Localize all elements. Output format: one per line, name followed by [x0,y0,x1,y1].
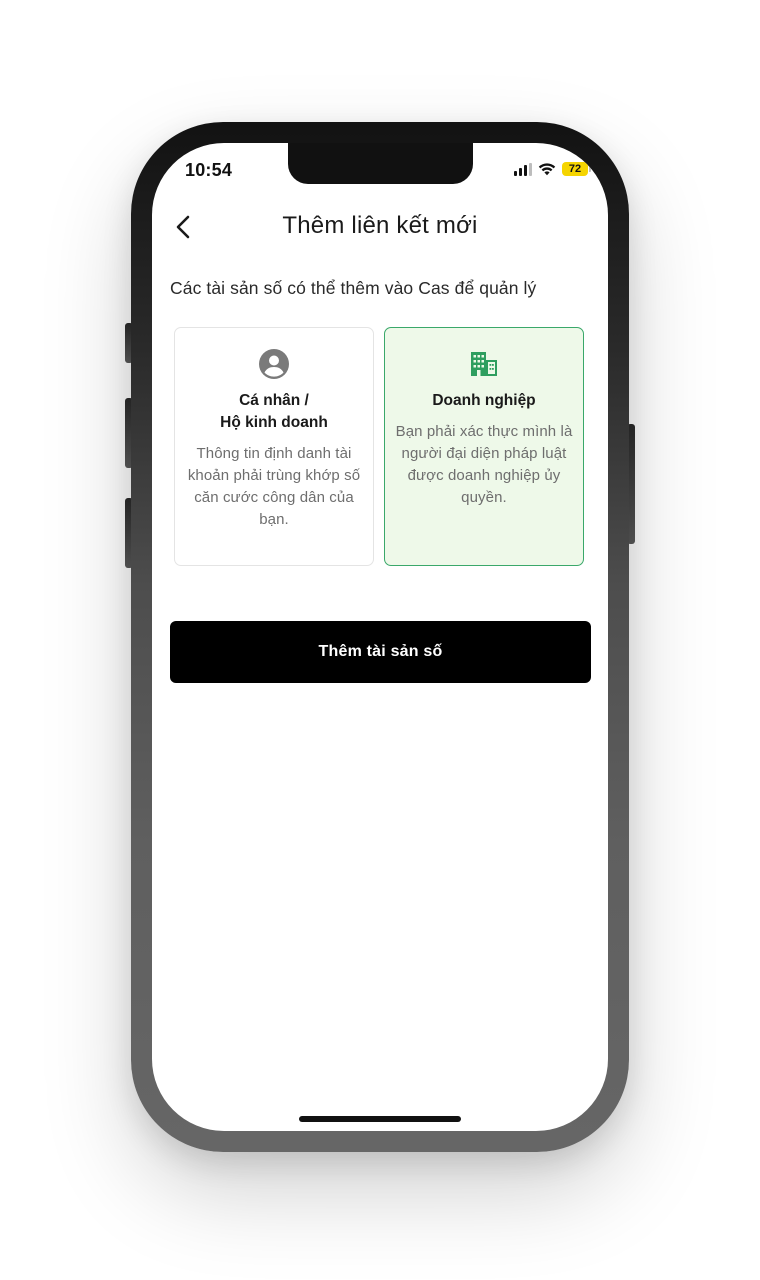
wifi-icon [538,163,556,176]
status-time: 10:54 [185,160,233,180]
card-title-line: Cá nhân / [239,392,309,409]
card-title: Doanh nghiệp [432,392,536,409]
notch [288,143,473,184]
stage: 10:54 72 Thêm liên kết mới Các tài sản s… [0,0,760,1280]
add-digital-asset-button[interactable]: Thêm tài sản số [170,621,591,683]
battery-icon: 72 [562,162,591,176]
cellular-signal-icon [514,162,532,176]
card-description: Bạn phải xác thực mình là người đại diện… [395,423,573,506]
card-title: Cá nhân / Hộ kinh doanh [181,390,367,434]
section-description: Các tài sản số có thể thêm vào Cas để qu… [170,278,537,298]
user-circle-icon [259,349,289,379]
status-icons: 72 [514,162,591,176]
card-personal[interactable]: Cá nhân / Hộ kinh doanh Thông tin định d… [174,327,374,566]
card-business[interactable]: Doanh nghiệp Bạn phải xác thực mình là n… [384,327,584,566]
card-description: Thông tin định danh tài khoản phải trùng… [187,445,361,528]
phone-screen: 10:54 72 Thêm liên kết mới Các tài sản s… [152,143,608,1131]
page-title: Thêm liên kết mới [282,212,478,239]
home-indicator[interactable] [299,1116,461,1122]
card-title-line: Hộ kinh doanh [220,414,328,431]
building-icon [471,352,497,376]
